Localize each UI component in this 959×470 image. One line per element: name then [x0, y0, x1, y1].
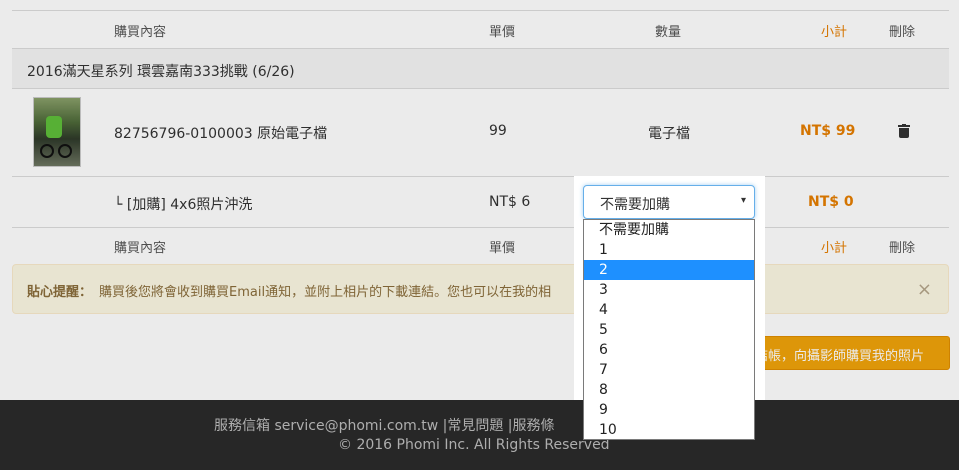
chevron-down-icon: ▾ — [740, 195, 746, 206]
select-option[interactable]: 3 — [584, 280, 754, 300]
select-option[interactable]: 6 — [584, 340, 754, 360]
select-option[interactable]: 1 — [584, 240, 754, 260]
select-option[interactable]: 2 — [584, 260, 754, 280]
addon-quantity-options[interactable]: 不需要加購 1 2 3 4 5 6 7 8 9 10 — [583, 219, 755, 440]
select-option[interactable]: 不需要加購 — [584, 220, 754, 240]
select-option[interactable]: 5 — [584, 320, 754, 340]
select-option[interactable]: 8 — [584, 380, 754, 400]
select-option[interactable]: 7 — [584, 360, 754, 380]
select-option[interactable]: 4 — [584, 300, 754, 320]
select-option[interactable]: 10 — [584, 420, 754, 440]
modal-backdrop[interactable] — [0, 0, 959, 470]
select-value: 不需要加購 — [600, 197, 670, 213]
addon-quantity-select[interactable]: 不需要加購 ▾ — [583, 185, 755, 219]
select-option[interactable]: 9 — [584, 400, 754, 420]
